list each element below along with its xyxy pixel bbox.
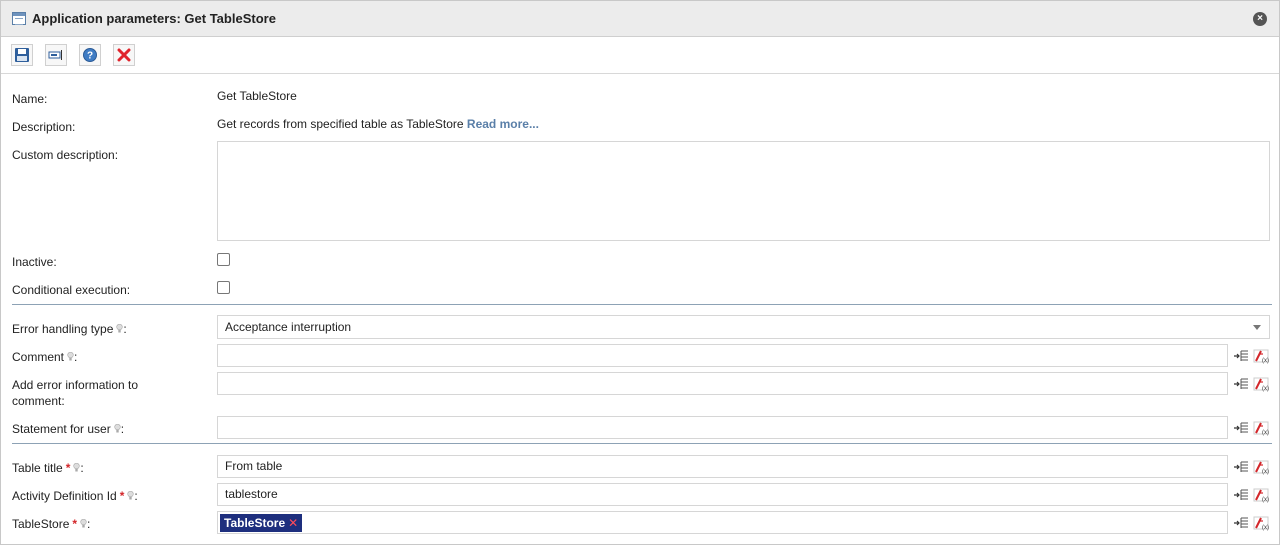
insert-variable-icon[interactable]: [1233, 459, 1249, 475]
table-icon: [12, 12, 26, 25]
section-divider: [12, 443, 1272, 444]
activity-definition-id-label: Activity Definition Id *:: [12, 488, 138, 504]
table-title-text: Table title: [12, 461, 63, 475]
hint-icon[interactable]: [67, 352, 74, 361]
activity-definition-id-input[interactable]: tablestore: [217, 483, 1228, 506]
name-value: Get TableStore: [217, 89, 297, 103]
conditional-execution-label: Conditional execution:: [12, 283, 131, 297]
error-handling-type-select[interactable]: Acceptance interruption: [217, 315, 1270, 339]
hint-icon[interactable]: [80, 519, 87, 528]
statement-for-user-label: Statement for user:: [12, 421, 124, 437]
required-marker: *: [65, 461, 71, 475]
error-handling-type-text: Error handling type: [12, 322, 114, 336]
cancel-icon: [117, 48, 131, 62]
help-icon: ?: [83, 48, 97, 62]
table-title-label: Table title *:: [12, 460, 84, 476]
statement-for-user-text: Statement for user: [12, 422, 111, 436]
tablestore-suffix: :: [87, 517, 91, 531]
expression-editor-icon[interactable]: (x): [1253, 459, 1269, 475]
expression-editor-icon[interactable]: (x): [1253, 348, 1269, 364]
rename-icon: [48, 50, 62, 60]
statement-for-user-actions: (x): [1233, 420, 1273, 436]
custom-description-textarea[interactable]: [217, 141, 1270, 241]
comment-suffix: :: [74, 350, 78, 364]
table-title-suffix: :: [80, 461, 84, 475]
insert-variable-icon[interactable]: [1233, 515, 1249, 531]
close-button[interactable]: ×: [1253, 12, 1267, 26]
insert-variable-icon[interactable]: [1233, 376, 1249, 392]
insert-variable-icon[interactable]: [1233, 420, 1249, 436]
tablestore-text: TableStore: [12, 517, 70, 531]
description-label: Description:: [12, 120, 76, 134]
name-label: Name:: [12, 92, 48, 106]
comment-text: Comment: [12, 350, 65, 364]
hint-icon[interactable]: [114, 424, 121, 433]
activity-definition-id-text: Activity Definition Id: [12, 489, 117, 503]
table-title-actions: (x): [1233, 459, 1273, 475]
error-handling-type-selected: Acceptance interruption: [225, 320, 352, 334]
save-button[interactable]: [11, 44, 33, 66]
required-marker: *: [72, 517, 78, 531]
inactive-checkbox[interactable]: [217, 253, 230, 266]
hint-icon[interactable]: [127, 491, 134, 500]
toolbar: ?: [1, 38, 1279, 74]
insert-variable-icon[interactable]: [1233, 348, 1249, 364]
hint-icon[interactable]: [73, 463, 80, 472]
insert-variable-icon[interactable]: [1233, 487, 1249, 503]
tablestore-label: TableStore *:: [12, 516, 90, 532]
section-divider: [12, 304, 1272, 305]
comment-actions: (x): [1233, 348, 1273, 364]
read-more-link[interactable]: Read more...: [467, 117, 539, 131]
rename-button[interactable]: [45, 44, 67, 66]
comment-label: Comment:: [12, 349, 77, 365]
save-icon: [15, 48, 29, 62]
svg-text:(x): (x): [1262, 386, 1269, 392]
hint-icon[interactable]: [116, 324, 123, 333]
cancel-button[interactable]: [113, 44, 135, 66]
title-bar: Application parameters: Get TableStore ×: [1, 1, 1279, 37]
tablestore-tag-label: TableStore: [224, 516, 286, 530]
svg-text:?: ?: [87, 51, 93, 62]
activity-definition-id-actions: (x): [1233, 487, 1273, 503]
window-title: Application parameters: Get TableStore: [32, 11, 276, 26]
table-title-input[interactable]: From table: [217, 455, 1228, 478]
inactive-label: Inactive:: [12, 255, 57, 269]
comment-input[interactable]: [217, 344, 1228, 367]
add-error-info-label: Add error information to comment:: [12, 377, 138, 409]
expression-editor-icon[interactable]: (x): [1253, 376, 1269, 392]
add-error-info-actions: (x): [1233, 376, 1273, 392]
remove-tag-icon[interactable]: ✕: [288, 516, 298, 530]
statement-for-user-suffix: :: [120, 422, 125, 436]
custom-description-label: Custom description:: [12, 148, 119, 162]
statement-for-user-input[interactable]: [217, 416, 1228, 439]
help-button[interactable]: ?: [79, 44, 101, 66]
description-value: Get records from specified table as Tabl…: [217, 117, 539, 131]
add-error-info-line1: Add error information to: [12, 378, 139, 392]
expression-editor-icon[interactable]: (x): [1253, 515, 1269, 531]
error-handling-type-label: Error handling type:: [12, 321, 127, 337]
conditional-execution-checkbox[interactable]: [217, 281, 230, 294]
add-error-info-input[interactable]: [217, 372, 1228, 395]
required-marker: *: [119, 489, 125, 503]
tablestore-tag: TableStore ✕: [220, 514, 303, 532]
chevron-down-icon: [1253, 325, 1261, 330]
svg-text:(x): (x): [1262, 358, 1269, 364]
app-parameters-window: Application parameters: Get TableStore ×…: [0, 0, 1280, 545]
svg-text:(x): (x): [1262, 469, 1269, 475]
description-text: Get records from specified table as Tabl…: [217, 117, 464, 131]
tablestore-input[interactable]: TableStore ✕: [217, 511, 1228, 534]
error-handling-type-suffix: :: [123, 322, 127, 336]
expression-editor-icon[interactable]: (x): [1253, 420, 1269, 436]
svg-text:(x): (x): [1262, 497, 1269, 503]
expression-editor-icon[interactable]: (x): [1253, 487, 1269, 503]
activity-definition-id-suffix: :: [134, 489, 138, 503]
svg-text:(x): (x): [1262, 525, 1269, 531]
tablestore-actions: (x): [1233, 515, 1273, 531]
add-error-info-line2: comment:: [12, 394, 65, 408]
svg-text:(x): (x): [1262, 430, 1269, 436]
